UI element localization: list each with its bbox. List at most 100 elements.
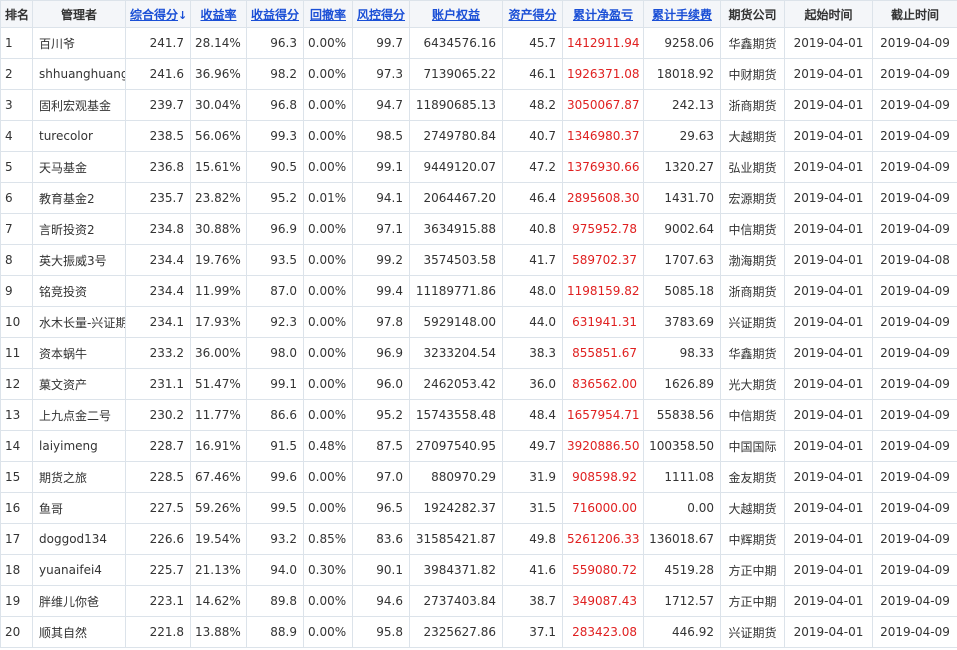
cell-return-rate: 21.13% bbox=[190, 554, 247, 586]
cell-start: 2019-04-01 bbox=[784, 368, 873, 400]
header-asset-score-label[interactable]: 资产得分 bbox=[508, 8, 556, 22]
cell-risk-score: 99.2 bbox=[352, 244, 410, 276]
header-asset-score[interactable]: 资产得分 bbox=[502, 0, 563, 28]
cell-drawdown: 0.00% bbox=[303, 58, 353, 90]
header-drawdown[interactable]: 回撤率 bbox=[303, 0, 353, 28]
header-drawdown-label[interactable]: 回撤率 bbox=[310, 8, 346, 22]
cell-broker: 渤海期货 bbox=[720, 244, 785, 276]
header-equity[interactable]: 账户权益 bbox=[409, 0, 503, 28]
cell-manager: 言昕投资2 bbox=[32, 213, 126, 245]
cell-equity: 31585421.87 bbox=[409, 523, 503, 555]
cell-asset-score: 48.2 bbox=[502, 89, 563, 121]
table-row: 20 顺其自然 221.8 13.88% 88.9 0.00% 95.8 2325627.86… bbox=[0, 616, 957, 648]
cell-manager: 百川爷 bbox=[32, 27, 126, 59]
cell-rank: 13 bbox=[0, 399, 33, 431]
cell-fees: 1111.08 bbox=[643, 461, 721, 493]
cell-profit: 349087.43 bbox=[562, 585, 644, 617]
header-profit[interactable]: 累计净盈亏 bbox=[562, 0, 644, 28]
cell-fees: 55838.56 bbox=[643, 399, 721, 431]
cell-return-rate: 30.88% bbox=[190, 213, 247, 245]
cell-broker: 中辉期货 bbox=[720, 523, 785, 555]
cell-fees: 0.00 bbox=[643, 492, 721, 524]
cell-manager: 铭竞投资 bbox=[32, 275, 126, 307]
cell-end: 2019-04-09 bbox=[872, 337, 957, 369]
cell-asset-score: 40.7 bbox=[502, 120, 563, 152]
cell-equity: 880970.29 bbox=[409, 461, 503, 493]
cell-broker: 方正中期 bbox=[720, 554, 785, 586]
cell-return-score: 89.8 bbox=[246, 585, 304, 617]
cell-drawdown: 0.00% bbox=[303, 337, 353, 369]
cell-equity: 3233204.54 bbox=[409, 337, 503, 369]
cell-return-rate: 19.54% bbox=[190, 523, 247, 555]
cell-risk-score: 96.5 bbox=[352, 492, 410, 524]
cell-fees: 3783.69 bbox=[643, 306, 721, 338]
cell-asset-score: 31.9 bbox=[502, 461, 563, 493]
cell-end: 2019-04-08 bbox=[872, 244, 957, 276]
cell-return-score: 86.6 bbox=[246, 399, 304, 431]
cell-rank: 15 bbox=[0, 461, 33, 493]
cell-manager: turecolor bbox=[32, 120, 126, 152]
cell-start: 2019-04-01 bbox=[784, 399, 873, 431]
cell-risk-score: 94.7 bbox=[352, 89, 410, 121]
cell-score: 221.8 bbox=[125, 616, 191, 648]
cell-rank: 7 bbox=[0, 213, 33, 245]
cell-return-rate: 36.96% bbox=[190, 58, 247, 90]
cell-manager: 天马基金 bbox=[32, 151, 126, 183]
header-score[interactable]: 综合得分↓ bbox=[125, 0, 191, 28]
cell-profit: 1346980.37 bbox=[562, 120, 644, 152]
cell-return-score: 99.1 bbox=[246, 368, 304, 400]
header-equity-label[interactable]: 账户权益 bbox=[432, 8, 480, 22]
header-return-rate-label[interactable]: 收益率 bbox=[200, 8, 236, 22]
cell-score: 234.8 bbox=[125, 213, 191, 245]
cell-asset-score: 46.1 bbox=[502, 58, 563, 90]
header-score-label[interactable]: 综合得分 bbox=[130, 8, 178, 22]
cell-risk-score: 94.6 bbox=[352, 585, 410, 617]
header-return-rate[interactable]: 收益率 bbox=[190, 0, 247, 28]
cell-end: 2019-04-09 bbox=[872, 523, 957, 555]
sort-desc-icon: ↓ bbox=[178, 8, 188, 22]
header-profit-label[interactable]: 累计净盈亏 bbox=[573, 8, 633, 22]
cell-return-rate: 17.93% bbox=[190, 306, 247, 338]
header-return-score[interactable]: 收益得分 bbox=[246, 0, 304, 28]
header-risk-score[interactable]: 风控得分 bbox=[352, 0, 410, 28]
cell-drawdown: 0.00% bbox=[303, 585, 353, 617]
cell-return-score: 88.9 bbox=[246, 616, 304, 648]
cell-risk-score: 99.4 bbox=[352, 275, 410, 307]
cell-start: 2019-04-01 bbox=[784, 585, 873, 617]
cell-risk-score: 97.0 bbox=[352, 461, 410, 493]
cell-fees: 242.13 bbox=[643, 89, 721, 121]
cell-broker: 中信期货 bbox=[720, 213, 785, 245]
table-row: 1 百川爷 241.7 28.14% 96.3 0.00% 99.7 6434576.16 45… bbox=[0, 27, 957, 59]
table-row: 17 doggod134 226.6 19.54% 93.2 0.85% 83.6 31585… bbox=[0, 523, 957, 555]
cell-return-rate: 16.91% bbox=[190, 430, 247, 462]
header-risk-score-label[interactable]: 风控得分 bbox=[357, 8, 405, 22]
cell-end: 2019-04-09 bbox=[872, 399, 957, 431]
cell-fees: 18018.92 bbox=[643, 58, 721, 90]
header-return-score-label[interactable]: 收益得分 bbox=[251, 8, 299, 22]
table-row: 13 上九点金二号 230.2 11.77% 86.6 0.00% 95.2 15743558… bbox=[0, 399, 957, 431]
cell-drawdown: 0.00% bbox=[303, 461, 353, 493]
header-fees[interactable]: 累计手续费 bbox=[643, 0, 721, 28]
cell-rank: 16 bbox=[0, 492, 33, 524]
header-fees-label[interactable]: 累计手续费 bbox=[652, 8, 712, 22]
cell-drawdown: 0.00% bbox=[303, 244, 353, 276]
ranking-table: 排名 管理者 综合得分↓ 收益率 收益得分 回撤率 风控得分 账户权益 资产得分… bbox=[0, 0, 957, 648]
cell-rank: 10 bbox=[0, 306, 33, 338]
cell-rank: 5 bbox=[0, 151, 33, 183]
cell-score: 231.1 bbox=[125, 368, 191, 400]
cell-end: 2019-04-09 bbox=[872, 585, 957, 617]
cell-score: 235.7 bbox=[125, 182, 191, 214]
cell-manager: 水木长量-兴证期 bbox=[32, 306, 126, 338]
cell-broker: 大越期货 bbox=[720, 492, 785, 524]
cell-return-rate: 36.00% bbox=[190, 337, 247, 369]
cell-return-rate: 19.76% bbox=[190, 244, 247, 276]
cell-asset-score: 44.0 bbox=[502, 306, 563, 338]
cell-end: 2019-04-09 bbox=[872, 213, 957, 245]
cell-return-score: 98.2 bbox=[246, 58, 304, 90]
cell-profit: 836562.00 bbox=[562, 368, 644, 400]
cell-return-score: 93.5 bbox=[246, 244, 304, 276]
cell-equity: 6434576.16 bbox=[409, 27, 503, 59]
cell-drawdown: 0.00% bbox=[303, 399, 353, 431]
cell-return-rate: 11.77% bbox=[190, 399, 247, 431]
cell-broker: 华鑫期货 bbox=[720, 27, 785, 59]
